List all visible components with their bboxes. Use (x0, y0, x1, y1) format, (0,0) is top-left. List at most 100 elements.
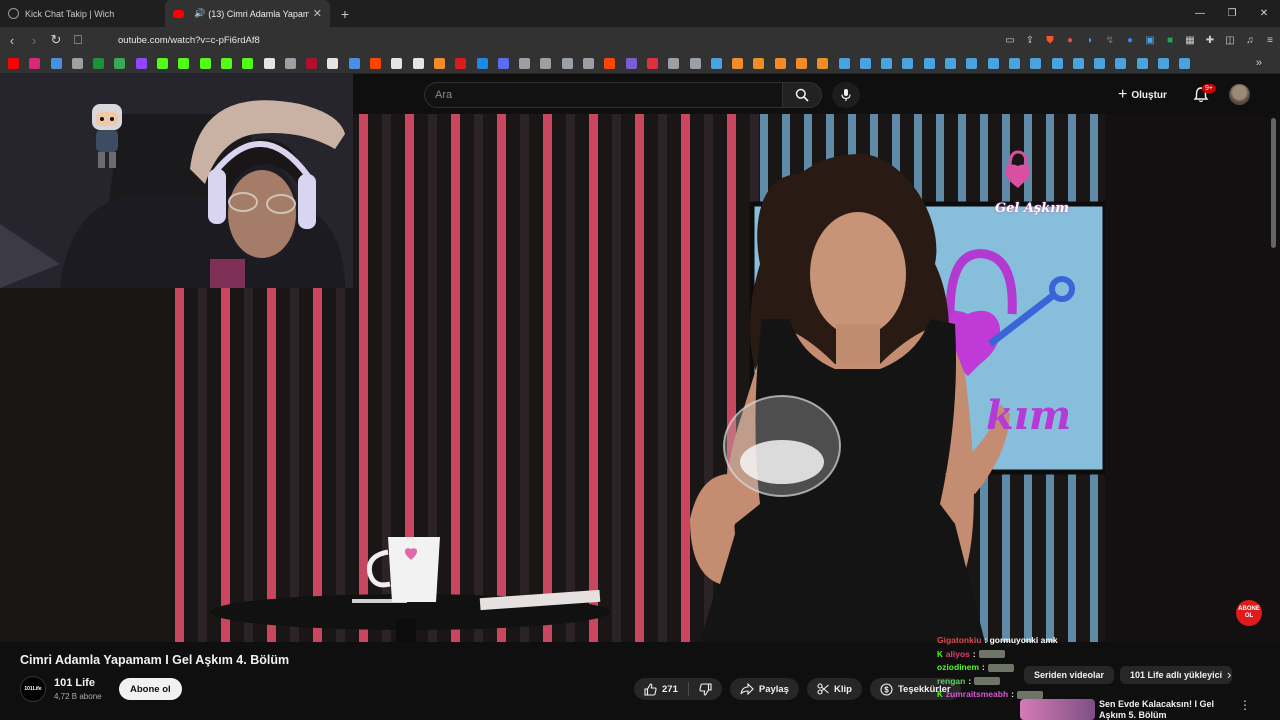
bookmark-favicon-icon[interactable] (732, 57, 744, 69)
dislike-button[interactable] (689, 678, 722, 700)
bookmark-favicon-icon[interactable] (540, 57, 552, 69)
extension-icon[interactable]: ● (1060, 30, 1080, 50)
search-button[interactable] (782, 82, 822, 108)
brave-shield-icon[interactable]: ⛊ (1040, 30, 1060, 50)
media-icon[interactable]: ♫ (1240, 30, 1260, 50)
extension-icon[interactable]: ● (1120, 30, 1140, 50)
extension-icon[interactable]: ↯ (1100, 30, 1120, 50)
bookmark-favicon-icon[interactable] (668, 57, 680, 69)
speaker-icon[interactable]: 🔊 (194, 8, 205, 19)
bookmark-favicon-icon[interactable] (710, 57, 722, 69)
reload-icon[interactable]: ↻ (46, 30, 66, 50)
create-button[interactable]: + Oluştur (1118, 84, 1167, 106)
share-button[interactable]: Paylaş (729, 678, 799, 700)
bookmark-favicon-icon[interactable] (689, 57, 701, 69)
browser-tab-active[interactable]: 🔊 (13) Cimri Adamla Yapamam ✕ (165, 0, 330, 27)
search-input[interactable]: Ara (424, 82, 782, 108)
bookmark-favicon-icon[interactable] (1115, 57, 1127, 69)
chip-uploader-videos[interactable]: 101 Life adlı yükleyici (1120, 666, 1233, 684)
bookmark-favicon-icon[interactable] (497, 57, 509, 69)
bookmark-favicon-icon[interactable] (135, 57, 147, 69)
more-options-icon[interactable]: ⋮ (1239, 698, 1251, 712)
bookmark-favicon-icon[interactable] (945, 57, 957, 69)
bookmark-icon[interactable]: ⎕ (68, 30, 88, 50)
bookmark-favicon-icon[interactable] (753, 57, 765, 69)
bookmark-favicon-icon[interactable] (859, 57, 871, 69)
forward-icon[interactable]: › (24, 30, 44, 50)
bookmark-favicon-icon[interactable] (966, 57, 978, 69)
bookmark-favicon-icon[interactable] (646, 57, 658, 69)
bookmark-favicon-icon[interactable] (583, 57, 595, 69)
bookmark-favicon-icon[interactable] (412, 57, 424, 69)
bookmark-favicon-icon[interactable] (519, 57, 531, 69)
clip-button[interactable]: Klip (806, 678, 862, 700)
bookmark-favicon-icon[interactable] (1136, 57, 1148, 69)
like-button[interactable]: 271 (634, 678, 688, 700)
bookmark-favicon-icon[interactable] (604, 57, 616, 69)
subscribe-button[interactable]: Abone ol (119, 678, 182, 700)
minimize-icon[interactable]: — (1184, 0, 1216, 27)
bookmark-favicon-icon[interactable] (881, 57, 893, 69)
extension-icon[interactable]: ▦ (1180, 30, 1200, 50)
restore-icon[interactable]: ❐ (1216, 0, 1248, 27)
channel-avatar[interactable]: 101Life (20, 676, 46, 702)
extension-icon[interactable]: ■ (1160, 30, 1180, 50)
subscribe-watermark-button[interactable]: ABONE OL (1236, 600, 1262, 626)
bookmark-favicon-icon[interactable] (923, 57, 935, 69)
bookmark-favicon-icon[interactable] (902, 57, 914, 69)
bookmark-favicon-icon[interactable] (114, 57, 126, 69)
chip-series-videos[interactable]: Seriden videolar (1024, 666, 1115, 684)
bookmark-favicon-icon[interactable] (1072, 57, 1084, 69)
bookmark-favicon-icon[interactable] (1030, 57, 1042, 69)
bookmark-favicon-icon[interactable] (795, 57, 807, 69)
bookmark-favicon-icon[interactable] (987, 57, 999, 69)
bookmark-favicon-icon[interactable] (1158, 57, 1170, 69)
bookmark-favicon-icon[interactable] (455, 57, 467, 69)
bookmark-favicon-icon[interactable] (817, 57, 829, 69)
more-bookmarks-icon[interactable]: » (1256, 57, 1262, 69)
bookmark-favicon-icon[interactable] (625, 57, 637, 69)
bookmark-favicon-icon[interactable] (284, 57, 296, 69)
bookmark-favicon-icon[interactable] (1179, 57, 1191, 69)
back-icon[interactable]: ‹ (2, 30, 22, 50)
bookmark-favicon-icon[interactable] (306, 57, 318, 69)
close-window-icon[interactable]: ✕ (1248, 0, 1280, 27)
share-page-icon[interactable]: ⇪ (1020, 30, 1040, 50)
bookmark-favicon-icon[interactable] (178, 57, 190, 69)
bookmark-favicon-icon[interactable] (29, 57, 41, 69)
bookmark-favicon-icon[interactable] (370, 57, 382, 69)
bookmark-favicon-icon[interactable] (8, 57, 19, 69)
bookmark-favicon-icon[interactable] (774, 57, 786, 69)
chevron-right-icon[interactable]: › (1227, 667, 1231, 682)
bookmark-favicon-icon[interactable] (327, 57, 339, 69)
extension-icon[interactable]: ◗ (1080, 30, 1100, 50)
extension-icon[interactable]: ▣ (1140, 30, 1160, 50)
page-scrollbar[interactable] (1271, 118, 1276, 248)
bookmark-favicon-icon[interactable] (50, 57, 62, 69)
bookmark-favicon-icon[interactable] (1094, 57, 1106, 69)
bookmark-favicon-icon[interactable] (71, 57, 83, 69)
bookmark-favicon-icon[interactable] (1051, 57, 1063, 69)
bookmark-favicon-icon[interactable] (391, 57, 403, 69)
address-bar[interactable]: outube.com/watch?v=c-pFi6rdAf8 (88, 30, 988, 50)
new-tab-button[interactable]: + (336, 6, 354, 22)
bookmark-favicon-icon[interactable] (838, 57, 850, 69)
browser-tab[interactable]: Kick Chat Takip | Wich (0, 0, 165, 27)
bookmark-favicon-icon[interactable] (433, 57, 445, 69)
bookmark-favicon-icon[interactable] (157, 57, 169, 69)
cast-icon[interactable]: ▭ (1000, 30, 1020, 50)
bookmark-favicon-icon[interactable] (348, 57, 360, 69)
recommended-video-title[interactable]: Sen Evde Kalacaksın! I Gel Aşkım 5. Bölü… (1099, 699, 1229, 720)
channel-name[interactable]: 101 Life (54, 677, 95, 689)
menu-icon[interactable]: ≡ (1260, 30, 1280, 50)
bookmark-favicon-icon[interactable] (242, 57, 254, 69)
close-tab-icon[interactable]: ✕ (313, 7, 322, 20)
bookmark-favicon-icon[interactable] (220, 57, 232, 69)
bookmark-favicon-icon[interactable] (199, 57, 211, 69)
extensions-puzzle-icon[interactable]: ✚ (1200, 30, 1220, 50)
bookmark-favicon-icon[interactable] (93, 57, 105, 69)
bookmark-favicon-icon[interactable] (476, 57, 488, 69)
recommended-video-thumbnail[interactable] (1020, 699, 1095, 720)
bookmark-favicon-icon[interactable] (1008, 57, 1020, 69)
bookmark-favicon-icon[interactable] (263, 57, 275, 69)
